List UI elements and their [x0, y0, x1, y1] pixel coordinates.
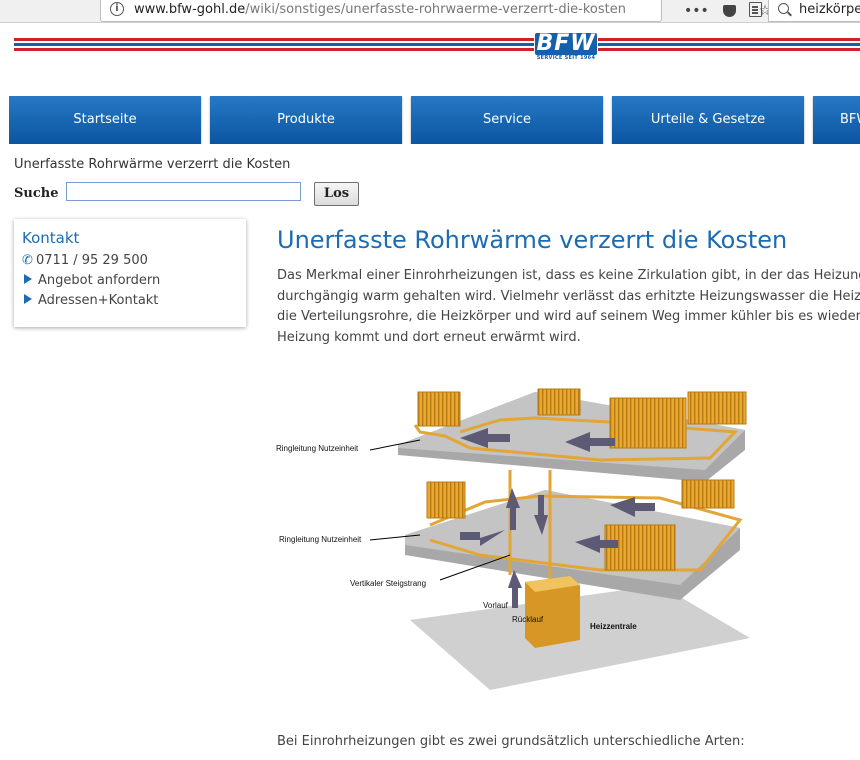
url-domain: www.bfw-gohl.de: [134, 2, 246, 17]
header-stripes: [14, 38, 860, 54]
nav-produkte[interactable]: Produkte: [210, 96, 402, 144]
stripe-blue-right: [598, 43, 860, 46]
label-ring-top: Ringleitung Nutzeinheit: [276, 444, 359, 453]
intro-line: Heizung kommt und dort erneut erwärmt wi…: [277, 329, 581, 345]
label-vertical: Vertikaler Steigstrang: [350, 579, 426, 588]
phone-number: 0711 / 95 29 500: [36, 253, 148, 268]
pocket-icon[interactable]: [723, 5, 737, 17]
bfw-logo[interactable]: BFW SERVICE SEIT 1964: [535, 33, 597, 63]
browser-toolbar: i www.bfw-gohl.de/wiki/sonstiges/unerfas…: [0, 0, 860, 23]
flow-arrow-icon: [508, 570, 522, 608]
label-vorlauf: Vorlauf: [483, 601, 509, 610]
page-title: Unerfasste Rohrwärme verzerrt die Kosten: [277, 226, 788, 254]
logo-text: BFW: [535, 31, 597, 56]
radiator-icon: [609, 397, 687, 449]
radiator-icon: [537, 388, 581, 416]
stripe-red-right-2: [598, 48, 860, 51]
intro-line: die Verteilungsrohre, die Heizkörper und…: [277, 309, 860, 324]
nav-urteile-gesetze[interactable]: Urteile & Gesetze: [612, 96, 804, 144]
label-heizzentrale: Heizzentrale: [590, 622, 637, 631]
bottom-paragraph: Bei Einrohrheizungen gibt es zwei grunds…: [277, 734, 745, 749]
nav-startseite[interactable]: Startseite: [9, 96, 201, 144]
contact-title: Kontakt: [22, 229, 80, 247]
link-adressen-kontakt[interactable]: Adressen+Kontakt: [22, 292, 158, 310]
search-input[interactable]: [66, 182, 301, 201]
logo-subtitle: SERVICE SEIT 1964: [536, 55, 596, 61]
intro-paragraph: Das Merkmal einer Einrohrheizungen ist, …: [277, 266, 860, 348]
search-icon: [778, 3, 789, 14]
radiator-icon: [417, 391, 461, 427]
nav-service[interactable]: Service: [411, 96, 603, 144]
intro-line: Das Merkmal einer Einrohrheizungen ist, …: [277, 268, 860, 283]
stripe-red-left-1: [14, 38, 534, 41]
contact-box: Kontakt ✆ 0711 / 95 29 500 Angebot anford…: [14, 219, 246, 327]
intro-line: durchgängig warm gehalten wird. Vielmehr…: [277, 288, 860, 304]
arrow-right-icon: [24, 294, 32, 304]
phone-icon: ✆: [22, 253, 33, 268]
nav-bfw[interactable]: BFW: [813, 96, 860, 144]
breadcrumb: Unerfasste Rohrwärme verzerrt die Kosten: [14, 157, 291, 172]
link-angebot-anfordern[interactable]: Angebot anfordern: [22, 272, 160, 290]
stripe-red-right-1: [598, 38, 860, 41]
heating-diagram: Ringleitung Nutzeinheit Ringleitung Nutz…: [276, 388, 750, 690]
search-submit-button[interactable]: Los: [314, 182, 359, 206]
label-ring-middle: Ringleitung Nutzeinheit: [279, 535, 362, 544]
info-icon[interactable]: i: [110, 2, 124, 16]
radiator-icon: [687, 391, 747, 425]
arrow-right-icon: [24, 274, 32, 284]
contact-phone[interactable]: ✆ 0711 / 95 29 500: [22, 252, 148, 270]
stripe-red-left-2: [14, 48, 534, 51]
browser-search-text: heizkörper: [799, 2, 860, 17]
link-label: Adressen+Kontakt: [38, 293, 159, 308]
label-ruecklauf: Rücklauf: [512, 615, 544, 624]
link-label: Angebot anfordern: [38, 273, 161, 288]
main-navigation: Startseite Produkte Service Urteile & Ge…: [9, 96, 860, 144]
page-actions: ••• ☆: [684, 1, 781, 21]
address-bar[interactable]: i www.bfw-gohl.de/wiki/sonstiges/unerfas…: [100, 0, 762, 22]
stripe-blue-left: [14, 43, 534, 46]
more-actions-icon[interactable]: •••: [684, 1, 709, 21]
url-path: /wiki/sonstiges/unerfasste-rohrwaerme-ve…: [245, 2, 626, 17]
radiator-icon: [426, 481, 466, 519]
search-label: Suche: [14, 186, 59, 201]
url-text[interactable]: www.bfw-gohl.de/wiki/sonstiges/unerfasst…: [134, 2, 626, 18]
browser-search-box[interactable]: heizkörper: [768, 0, 860, 22]
radiator-icon: [681, 479, 735, 509]
